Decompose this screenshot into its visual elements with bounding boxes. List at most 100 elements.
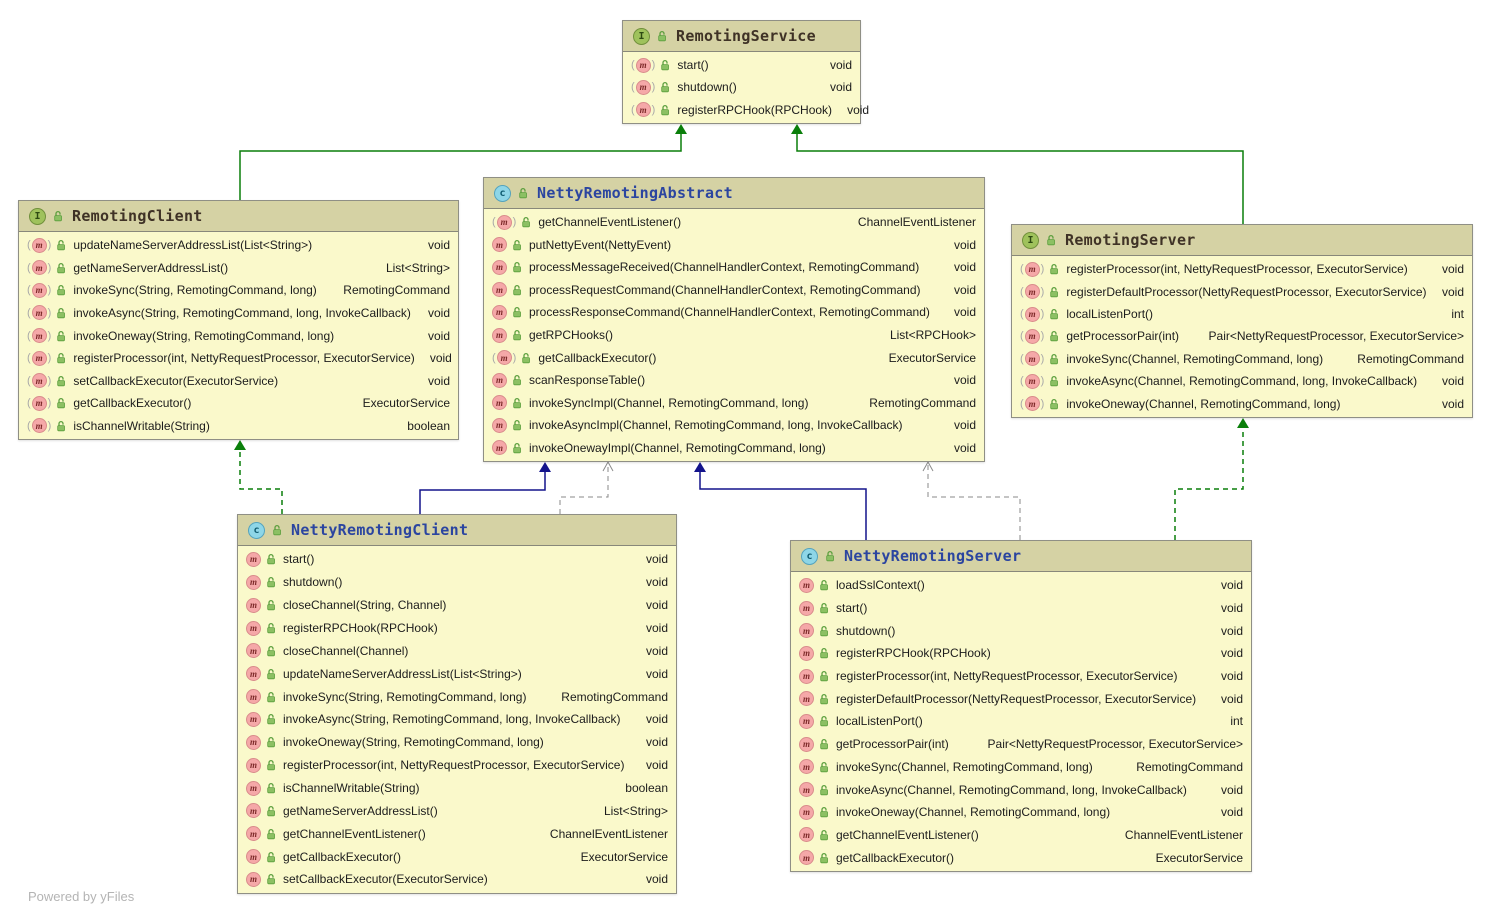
method-row[interactable]: mregisterProcessor(int, NettyRequestProc… (238, 754, 676, 777)
method-row[interactable]: mgetNameServerAddressList()List<String> (19, 257, 458, 280)
class-header[interactable]: c NettyRemotingClient (238, 515, 676, 546)
method-row[interactable]: mscanResponseTable()void (484, 369, 984, 392)
method-row[interactable]: mcloseChannel(String, Channel)void (238, 594, 676, 617)
method-row[interactable]: mgetProcessorPair(int)Pair<NettyRequestP… (791, 733, 1251, 756)
method-icon: m (799, 827, 814, 842)
method-row[interactable]: mgetCallbackExecutor()ExecutorService (484, 346, 984, 369)
method-row[interactable]: mshutdown()void (791, 619, 1251, 642)
method-return-type: ExecutorService (571, 850, 668, 864)
method-row[interactable]: mgetChannelEventListener()ChannelEventLi… (484, 211, 984, 234)
class-header[interactable]: c NettyRemotingAbstract (484, 178, 984, 209)
method-row[interactable]: minvokeAsync(String, RemotingCommand, lo… (19, 302, 458, 325)
method-row[interactable]: mgetCallbackExecutor()ExecutorService (19, 392, 458, 415)
method-row[interactable]: mstart()void (623, 54, 860, 76)
method-signature: start() (677, 58, 708, 72)
method-row[interactable]: mgetProcessorPair(int)Pair<NettyRequestP… (1012, 325, 1472, 347)
class-box-nettyremotingabstract[interactable]: c NettyRemotingAbstract mgetChannelEvent… (483, 177, 985, 462)
lock-icon (53, 210, 63, 222)
method-row[interactable]: minvokeAsync(Channel, RemotingCommand, l… (1012, 370, 1472, 392)
class-box-remotingserver[interactable]: I RemotingServer mregisterProcessor(int,… (1011, 224, 1473, 418)
lock-icon (819, 693, 829, 705)
method-icon: m (27, 238, 51, 253)
method-row[interactable]: mgetRPCHooks()List<RPCHook> (484, 324, 984, 347)
class-box-remotingservice[interactable]: I RemotingService mstart()voidmshutdown(… (622, 20, 861, 124)
method-row[interactable]: mregisterProcessor(int, NettyRequestProc… (791, 665, 1251, 688)
edge-nettyremotingclient-extends-nettyremotingabstract[interactable] (420, 462, 551, 514)
edge-nettyremotingserver-dependency-nettyremotingabstract[interactable] (923, 462, 1020, 540)
method-row[interactable]: mshutdown()void (623, 76, 860, 98)
method-icon: m (246, 872, 261, 887)
edge-nettyremotingclient-dependency-nettyremotingabstract[interactable] (560, 462, 613, 514)
method-icon: m (246, 826, 261, 841)
method-row[interactable]: msetCallbackExecutor(ExecutorService)voi… (19, 369, 458, 392)
method-return-type: void (1211, 805, 1243, 819)
method-row[interactable]: minvokeSync(String, RemotingCommand, lon… (19, 279, 458, 302)
method-row[interactable]: misChannelWritable(String)boolean (19, 415, 458, 438)
method-row[interactable]: mregisterProcessor(int, NettyRequestProc… (19, 347, 458, 370)
method-row[interactable]: minvokeSync(Channel, RemotingCommand, lo… (791, 756, 1251, 779)
method-return-type: void (1211, 669, 1243, 683)
method-row[interactable]: mgetCallbackExecutor()ExecutorService (791, 846, 1251, 869)
method-row[interactable]: mgetChannelEventListener()ChannelEventLi… (791, 824, 1251, 847)
method-row[interactable]: minvokeOneway(Channel, RemotingCommand, … (1012, 393, 1472, 415)
method-row[interactable]: mgetChannelEventListener()ChannelEventLi… (238, 822, 676, 845)
method-row[interactable]: mregisterDefaultProcessor(NettyRequestPr… (1012, 280, 1472, 302)
class-box-nettyremotingserver[interactable]: c NettyRemotingServer mloadSslContext()v… (790, 540, 1252, 872)
class-box-nettyremotingclient[interactable]: c NettyRemotingClient mstart()voidmshutd… (237, 514, 677, 894)
method-row[interactable]: mprocessMessageReceived(ChannelHandlerCo… (484, 256, 984, 279)
method-row[interactable]: mupdateNameServerAddressList(List<String… (19, 234, 458, 257)
method-return-type: void (418, 374, 450, 388)
method-row[interactable]: mgetNameServerAddressList()List<String> (238, 799, 676, 822)
method-row[interactable]: minvokeOneway(String, RemotingCommand, l… (19, 324, 458, 347)
class-header[interactable]: I RemotingService (623, 21, 860, 52)
method-row[interactable]: mputNettyEvent(NettyEvent)void (484, 234, 984, 257)
method-row[interactable]: mgetCallbackExecutor()ExecutorService (238, 845, 676, 868)
method-row[interactable]: mregisterProcessor(int, NettyRequestProc… (1012, 258, 1472, 280)
method-row[interactable]: minvokeOneway(Channel, RemotingCommand, … (791, 801, 1251, 824)
method-return-type: void (1432, 285, 1464, 299)
method-row[interactable]: mstart()void (791, 597, 1251, 620)
method-row[interactable]: minvokeSyncImpl(Channel, RemotingCommand… (484, 391, 984, 414)
method-row[interactable]: minvokeOneway(String, RemotingCommand, l… (238, 731, 676, 754)
method-row[interactable]: minvokeAsync(Channel, RemotingCommand, l… (791, 778, 1251, 801)
method-row[interactable]: mregisterDefaultProcessor(NettyRequestPr… (791, 687, 1251, 710)
method-signature: invokeOneway(String, RemotingCommand, lo… (283, 735, 544, 749)
method-row[interactable]: mcloseChannel(Channel)void (238, 639, 676, 662)
class-box-remotingclient[interactable]: I RemotingClient mupdateNameServerAddres… (18, 200, 459, 440)
method-return-type: RemotingCommand (1126, 760, 1243, 774)
method-return-type: void (1211, 783, 1243, 797)
method-row[interactable]: mprocessResponseCommand(ChannelHandlerCo… (484, 301, 984, 324)
method-return-type: void (636, 758, 668, 772)
method-row[interactable]: minvokeAsync(String, RemotingCommand, lo… (238, 708, 676, 731)
method-row[interactable]: mregisterRPCHook(RPCHook)void (623, 99, 860, 121)
method-icon: m (492, 282, 507, 297)
method-row[interactable]: msetCallbackExecutor(ExecutorService)voi… (238, 868, 676, 891)
class-header[interactable]: c NettyRemotingServer (791, 541, 1251, 572)
method-row[interactable]: mprocessRequestCommand(ChannelHandlerCon… (484, 279, 984, 302)
lock-icon (266, 828, 276, 840)
method-icon: m (27, 351, 51, 366)
method-row[interactable]: mloadSslContext()void (791, 574, 1251, 597)
edge-nettyremotingserver-extends-nettyremotingabstract[interactable] (694, 462, 866, 540)
class-header[interactable]: I RemotingServer (1012, 225, 1472, 256)
method-row[interactable]: mlocalListenPort()int (1012, 303, 1472, 325)
method-row[interactable]: mregisterRPCHook(RPCHook)void (238, 617, 676, 640)
method-row[interactable]: minvokeSync(String, RemotingCommand, lon… (238, 685, 676, 708)
edge-nettyremotingclient-implements-remotingclient[interactable] (234, 440, 282, 514)
method-row[interactable]: minvokeSync(Channel, RemotingCommand, lo… (1012, 348, 1472, 370)
method-row[interactable]: minvokeOnewayImpl(Channel, RemotingComma… (484, 436, 984, 459)
method-row[interactable]: minvokeAsyncImpl(Channel, RemotingComman… (484, 414, 984, 437)
method-row[interactable]: mregisterRPCHook(RPCHook)void (791, 642, 1251, 665)
method-row[interactable]: mshutdown()void (238, 571, 676, 594)
method-row[interactable]: misChannelWritable(String)boolean (238, 777, 676, 800)
method-icon: m (246, 575, 261, 590)
class-header[interactable]: I RemotingClient (19, 201, 458, 232)
method-row[interactable]: mstart()void (238, 548, 676, 571)
lock-icon (512, 374, 522, 386)
method-row[interactable]: mlocalListenPort()int (791, 710, 1251, 733)
method-return-type: void (636, 735, 668, 749)
method-return-type: void (1432, 262, 1464, 276)
method-return-type: boolean (615, 781, 668, 795)
method-row[interactable]: mupdateNameServerAddressList(List<String… (238, 662, 676, 685)
edge-nettyremotingserver-implements-remotingserver[interactable] (1175, 418, 1249, 540)
